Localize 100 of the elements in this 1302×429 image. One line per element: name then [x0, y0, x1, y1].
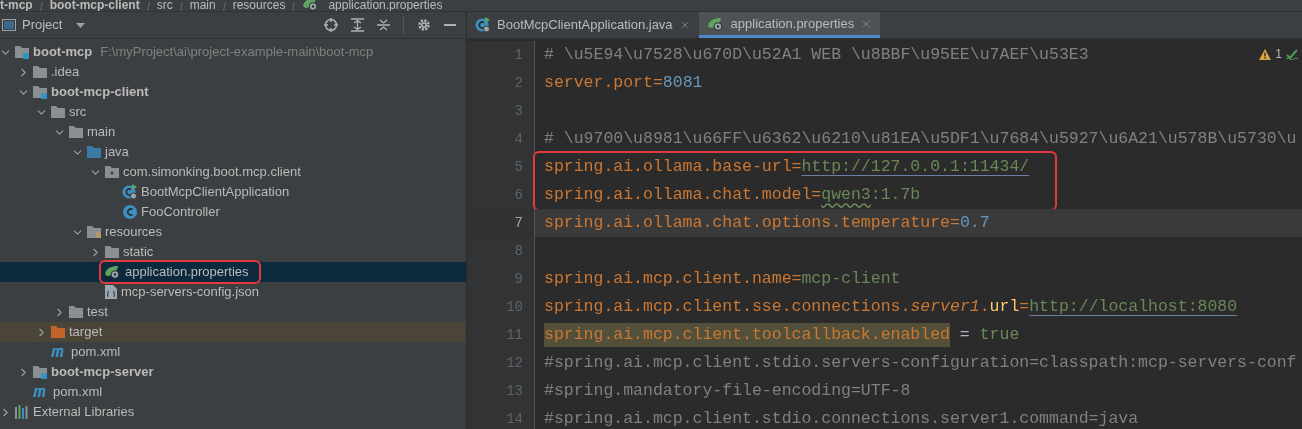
tree-item[interactable]: boot-mcp F:\myProject\ai\project-example-main\boot-mcp [0, 42, 466, 62]
check-icon[interactable] [1286, 48, 1298, 60]
tree-item-label: BootMcpClientApplication [141, 183, 290, 202]
module-folder-icon [14, 45, 30, 59]
folder-icon [86, 145, 102, 159]
breadcrumb-item[interactable]: application.properties [328, 0, 443, 11]
dropdown-caret-icon[interactable] [76, 22, 86, 28]
code-token: http://localhost:8080 [1029, 295, 1238, 318]
leaf-gear-icon [706, 16, 725, 31]
code-token: url [989, 295, 1020, 318]
panel-icon [2, 19, 16, 31]
folder-icon [32, 65, 48, 79]
code-token: = [652, 71, 663, 94]
tree-item-label: pom.xml [71, 343, 121, 362]
tree-item[interactable]: boot-mcp-server [0, 362, 466, 382]
breadcrumb-item[interactable]: t-mcp [0, 0, 33, 11]
warning-count: 1 [1275, 46, 1282, 63]
tree-item-label: java [105, 143, 129, 162]
tree-item-label: FooController [141, 203, 220, 222]
tree-item-label: com.simonking.boot.mcp.client [123, 163, 301, 182]
class-icon [122, 204, 138, 220]
code-token: #spring.ai.mcp.client.stdio.servers-configuration=classpath:mcp-servers-conf [544, 351, 1297, 374]
code-token: = [791, 155, 802, 178]
code-token: = [791, 267, 802, 290]
code-token: 0.7 [959, 211, 990, 234]
folder-icon [104, 245, 120, 259]
tree-item-label: static [123, 243, 154, 262]
tree-item[interactable]: boot-mcp-client [0, 82, 466, 102]
code-token: = [958, 323, 971, 346]
code-token: spring.ai.mcp.client.toolcallback.enabled [544, 322, 950, 348]
editor-tab[interactable]: application.properties [698, 12, 881, 38]
code-token: . [979, 295, 990, 318]
module-folder-icon [32, 85, 48, 99]
tree-item[interactable]: java [0, 142, 466, 162]
folder-icon [68, 305, 84, 319]
tree-item-label: mcp-servers-config.json [121, 283, 259, 302]
code-token: spring.ai.mcp.client.sse.connections. [544, 295, 911, 318]
leaf-gear-icon [104, 265, 122, 279]
code-token: :1.7b [870, 183, 921, 206]
class-icon [475, 17, 491, 33]
tree-item[interactable]: com.simonking.boot.mcp.client [0, 162, 466, 182]
code-token: true [979, 323, 1020, 346]
code-token: mcp-client [801, 267, 901, 290]
code-token: #spring.ai.mcp.client.stdio.connections.server1.command=java [544, 407, 1139, 429]
tree-item[interactable]: FooController [0, 202, 466, 222]
tree-item[interactable]: pom.xml [0, 342, 466, 362]
tree-item-label: resources [105, 223, 163, 242]
module-folder-icon [32, 365, 48, 379]
resources-folder-icon [86, 225, 102, 239]
breadcrumb-item[interactable]: src [156, 0, 173, 11]
module-path: F:\myProject\ai\project-example-main\boot-mcp [100, 43, 374, 62]
tree-item[interactable]: mcp-servers-config.json [0, 282, 466, 302]
tree-item[interactable]: static [0, 242, 466, 262]
expand-all-icon[interactable] [351, 18, 364, 32]
tree-item[interactable]: target [0, 322, 466, 342]
code-token: http://127.0.0.1:11434/ [801, 155, 1030, 178]
tree-item-label: target [69, 323, 103, 342]
tree-item[interactable]: BootMcpClientApplication [0, 182, 466, 202]
package-icon [104, 165, 120, 179]
tree-item[interactable]: resources [0, 222, 466, 242]
class-icon [122, 184, 138, 200]
tree-item[interactable]: pom.xml [0, 382, 466, 402]
breadcrumb-item[interactable]: main [189, 0, 216, 11]
tree-item[interactable]: test [0, 302, 466, 322]
tree-item-label: src [69, 103, 87, 122]
code-token: = [811, 183, 822, 206]
breadcrumb-item[interactable]: resources [232, 0, 286, 11]
json-file-icon [104, 284, 118, 300]
collapse-all-icon[interactable] [377, 18, 390, 32]
tree-item-label: main [87, 123, 116, 142]
tree-item-label: application.properties [125, 263, 249, 282]
editor-tab[interactable]: BootMcpClientApplication.java [467, 12, 699, 38]
code-token: spring.ai.mcp.client.name [544, 267, 792, 290]
code-token: spring.ai.ollama.chat.options.temperature [544, 211, 950, 234]
tree-item-label: .idea [51, 63, 80, 82]
tree-item[interactable]: External Libraries [0, 402, 466, 422]
locate-crosshair-icon[interactable] [324, 18, 338, 32]
tree-item-label: test [87, 303, 108, 322]
code-token: = [949, 211, 960, 234]
code-token: 8081 [662, 71, 703, 94]
code-token: #spring.mandatory-file-encoding=UTF-8 [544, 379, 911, 402]
tree-item[interactable]: main [0, 122, 466, 142]
warning-icon[interactable] [1259, 48, 1272, 60]
settings-icon[interactable] [417, 18, 431, 32]
code-token: # \u9700\u8981\u66FF\u6362\u6210\u81EA\u5DF1\u7684\u5927\u6A21\u578B\u5730\u [544, 127, 1297, 150]
code-token: # \u5E94\u7528\u670D\u52A1 WEB \u8BBF\u95EE\u7AEF\u53E3 [544, 43, 1089, 66]
panel-title[interactable]: Project [22, 15, 63, 35]
code-token: server.port [544, 71, 653, 94]
folder-icon [68, 125, 84, 139]
tree-item[interactable]: application.properties [0, 262, 466, 282]
tree-item-label: pom.xml [53, 383, 103, 402]
breadcrumb-item[interactable]: boot-mcp-client [49, 0, 140, 11]
code-token: spring.ai.ollama.base-url [544, 155, 792, 178]
tree-item[interactable]: src [0, 102, 466, 122]
code-token: qwen3 [821, 183, 871, 206]
code-token: spring.ai.ollama.chat.model [544, 183, 812, 206]
folder-icon [50, 105, 66, 119]
code-token: = [1019, 295, 1030, 318]
tree-item-label: boot-mcp [33, 43, 93, 62]
tree-item[interactable]: .idea [0, 62, 466, 82]
